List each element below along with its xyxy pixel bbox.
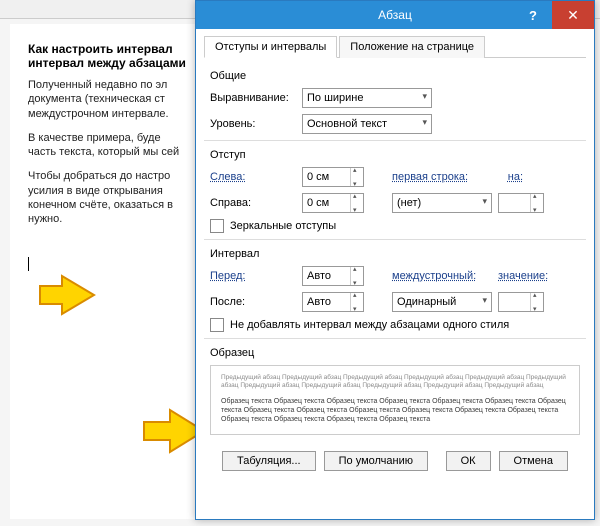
tabs-button[interactable]: Табуляция... [222, 451, 316, 471]
left-spin[interactable]: 0 см [302, 167, 364, 187]
left-label: Слева: [210, 171, 302, 183]
group-general: Общие [210, 70, 580, 82]
mirror-label: Зеркальные отступы [230, 220, 336, 232]
mirror-checkbox[interactable] [210, 219, 224, 233]
right-label: Справа: [210, 197, 302, 209]
close-button[interactable]: ✕ [552, 1, 594, 29]
firstline-select[interactable]: (нет) [392, 193, 492, 213]
ok-button[interactable]: ОК [446, 451, 491, 471]
by-spin[interactable] [498, 193, 544, 213]
alignment-select[interactable]: По ширине [302, 88, 432, 108]
spvalue-spin[interactable] [498, 292, 544, 312]
help-button[interactable]: ? [514, 1, 552, 29]
annotation-arrow [38, 274, 98, 319]
after-spin[interactable]: Авто [302, 292, 364, 312]
group-sample: Образец [210, 347, 580, 359]
tab-position[interactable]: Положение на странице [339, 36, 485, 58]
spvalue-label: значение: [498, 270, 554, 282]
cancel-button[interactable]: Отмена [499, 451, 568, 471]
sample-preview: Предыдущий абзац Предыдущий абзац Предыд… [210, 365, 580, 435]
spacing-select[interactable]: Одинарный [392, 292, 492, 312]
spacing-label: междустрочный: [392, 270, 492, 282]
noadd-label: Не добавлять интервал между абзацами одн… [230, 319, 509, 331]
alignment-label: Выравнивание: [210, 92, 302, 104]
group-interval: Интервал [210, 248, 580, 260]
firstline-label: первая строка: [392, 171, 497, 183]
right-spin[interactable]: 0 см [302, 193, 364, 213]
sample-main-text: Образец текста Образец текста Образец те… [221, 397, 569, 424]
by-label: на: [497, 171, 523, 183]
dialog-title: Абзац [378, 8, 412, 22]
paragraph-dialog: Абзац ? ✕ Отступы и интервалы Положение … [195, 0, 595, 520]
after-label: После: [210, 296, 302, 308]
tab-indents[interactable]: Отступы и интервалы [204, 36, 337, 58]
noadd-checkbox[interactable] [210, 318, 224, 332]
before-label: Перед: [210, 270, 302, 282]
level-label: Уровень: [210, 118, 302, 130]
dialog-titlebar[interactable]: Абзац ? ✕ [196, 1, 594, 29]
level-select[interactable]: Основной текст [302, 114, 432, 134]
before-spin[interactable]: Авто [302, 266, 364, 286]
sample-prev-text: Предыдущий абзац Предыдущий абзац Предыд… [221, 374, 569, 391]
default-button[interactable]: По умолчанию [324, 451, 428, 471]
group-indent: Отступ [210, 149, 580, 161]
